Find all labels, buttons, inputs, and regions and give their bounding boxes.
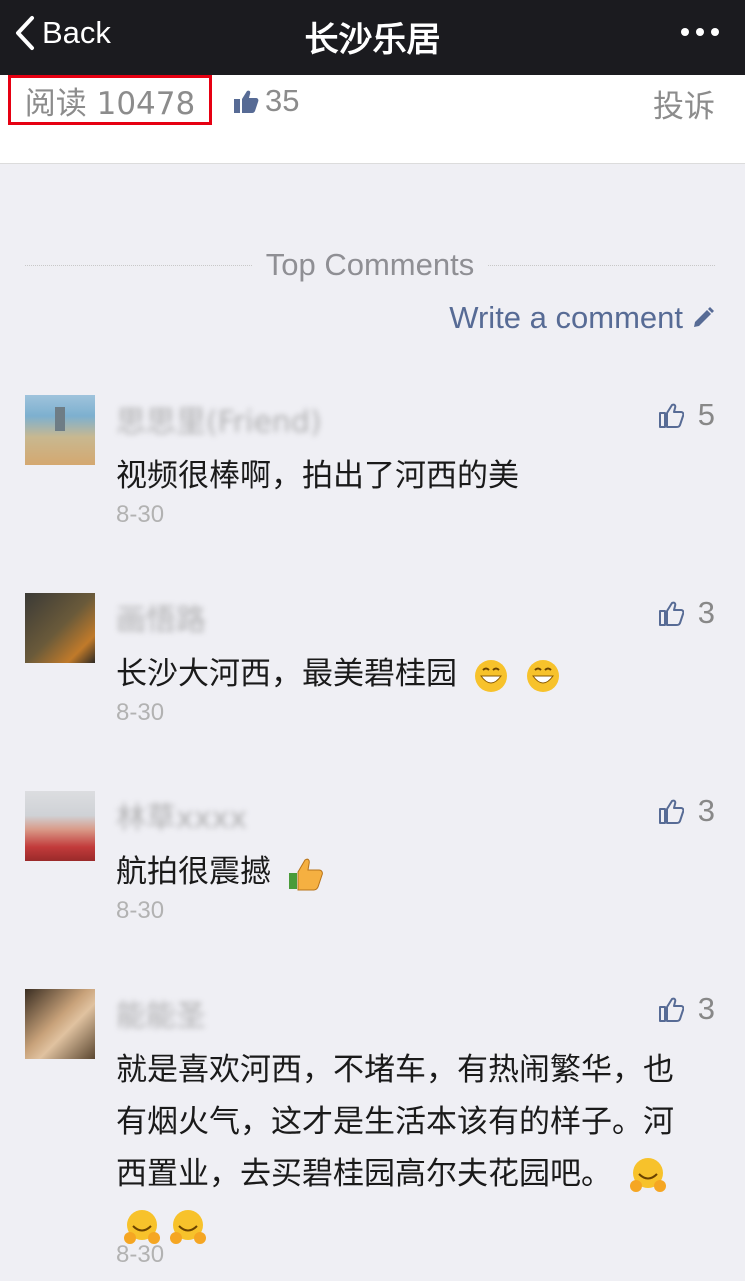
divider [488,264,715,266]
more-options-icon[interactable] [681,28,719,36]
article-like-button[interactable]: 35 [233,83,299,119]
top-comments-header: Top Comments [25,245,715,285]
grinning-emoji-icon [474,659,507,692]
comment-text: 航拍很震撼 [116,846,706,898]
comment-date: 8-30 [116,501,165,528]
comment-like-count: 5 [697,397,715,432]
comment-like-count: 3 [697,991,715,1026]
grinning-emoji-icon [526,659,559,692]
navigation-bar: Back 长沙乐居 [0,0,745,75]
comment-like-button[interactable]: 3 [658,793,715,829]
thumbs-up-outline-icon [658,799,684,824]
divider [25,264,252,266]
thumbs-up-outline-icon [658,997,684,1022]
read-count: 阅读 10478 [8,75,212,125]
thumbs-up-outline-icon [658,601,684,626]
pencil-icon [694,307,714,327]
avatar[interactable] [25,593,95,663]
avatar[interactable] [25,989,95,1059]
report-link[interactable]: 投诉 [653,81,715,126]
comment-text-content: 航拍很震撼 [116,854,271,890]
hugging-emoji-icon [170,1209,206,1244]
comment-like-count: 3 [697,793,715,828]
comment-date: 8-30 [116,699,165,726]
comment-like-button[interactable]: 3 [658,991,715,1027]
comment-like-count: 3 [697,595,715,630]
write-comment-button[interactable]: Write a comment [449,300,715,336]
thumbs-up-outline-icon [658,403,684,428]
comment-text: 视频很棒啊，拍出了河西的美 [116,458,519,494]
comment-text-content: 就是喜欢河西，不堵车，有热闹繁华，也有烟火气，这才是生活本该有的样子。河西置业，… [116,1052,674,1192]
comment-text: 长沙大河西，最美碧桂园 [116,648,706,700]
commenter-name: 思思里(Friend) [116,405,322,440]
avatar[interactable] [25,791,95,861]
thumbs-up-icon [234,90,259,113]
comment-like-button[interactable]: 3 [658,595,715,631]
comment-date: 8-30 [116,1241,165,1268]
hugging-emoji-icon [629,1157,666,1192]
avatar[interactable] [25,395,95,465]
comment-like-button[interactable]: 5 [658,397,715,433]
section-title: Top Comments [265,247,475,282]
article-stats-bar: 阅读 10478 35 投诉 [0,75,745,164]
comment-date: 8-30 [116,897,165,924]
commenter-name: 能能圣 [116,999,206,1034]
page-title: 长沙乐居 [304,20,441,60]
commenter-name: 林草xxxx [116,801,248,836]
thumbs-up-emoji-icon [288,858,323,890]
commenter-name: 画悟路 [116,603,206,638]
comment-text: 就是喜欢河西，不堵车，有热闹繁华，也有烟火气，这才是生活本该有的样子。河西置业，… [116,1044,686,1252]
article-like-count: 35 [265,83,300,118]
comment-text-content: 长沙大河西，最美碧桂园 [116,656,457,692]
write-comment-label: Write a comment [449,300,683,335]
